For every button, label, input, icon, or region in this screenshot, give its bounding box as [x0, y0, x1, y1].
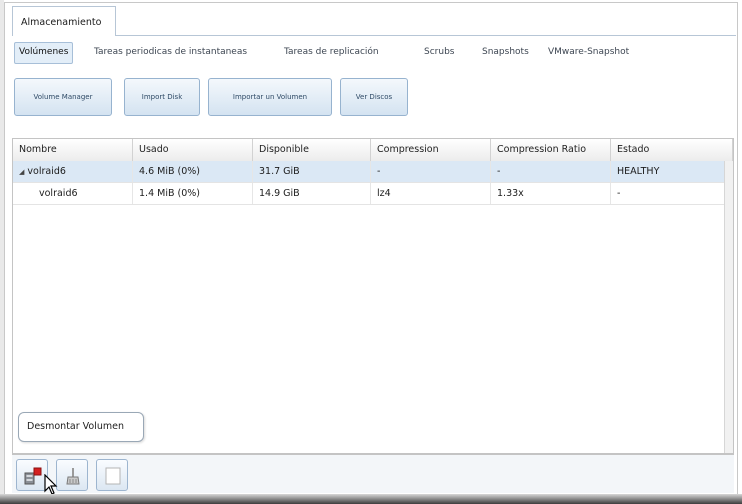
subtab-tareas-instantaneas-label: Tareas periodicas de instantaneas [94, 47, 248, 57]
column-header-estado[interactable]: Estado [611, 139, 733, 161]
blank-icon [105, 467, 121, 485]
expand-triangle-icon[interactable]: ◢ [19, 162, 24, 183]
subtab-tareas-instantaneas[interactable]: Tareas periodicas de instantaneas [94, 42, 247, 62]
subtab-scrubs[interactable]: Scrubs [424, 42, 454, 62]
cell-compression: - [371, 161, 491, 182]
row-name: volraid6 [27, 166, 66, 177]
importar-volumen-label: Importar un Volumen [232, 93, 308, 101]
subtab-snapshots-label: Snapshots [482, 47, 529, 57]
subtab-tareas-replicacion[interactable]: Tareas de replicación [284, 42, 379, 62]
importar-volumen-button[interactable]: Importar un Volumen [208, 78, 332, 116]
scrub-volume-button[interactable] [56, 459, 88, 491]
volume-manager-button[interactable]: Volume Manager [14, 78, 112, 116]
table-scrollbar[interactable] [724, 161, 733, 453]
table-header: Nombre Usado Disponible Compression Comp… [13, 139, 733, 162]
mouse-cursor-icon [44, 474, 58, 495]
table-row[interactable]: ◢ volraid6 4.6 MiB (0%) 31.7 GiB - - HEAL… [13, 161, 733, 183]
subtab-volumenes-label: Volúmenes [19, 47, 69, 57]
screen-bottom-shade [0, 494, 742, 504]
subtab-vmware-snapshot-label: VMware-Snapshot [548, 47, 630, 57]
tab-bar-divider [116, 35, 736, 36]
cell-usado: 1.4 MiB (0%) [133, 183, 253, 204]
volumes-table: Nombre Usado Disponible Compression Comp… [12, 138, 734, 454]
cell-disponible: 14.9 GiB [253, 183, 371, 204]
import-disk-button[interactable]: Import Disk [124, 78, 200, 116]
volume-toolbar [12, 454, 734, 493]
cell-estado: HEALTHY [611, 161, 733, 182]
subtab-scrubs-label: Scrubs [424, 47, 455, 57]
subtab-tareas-replicacion-label: Tareas de replicación [284, 47, 379, 57]
cell-usado: 4.6 MiB (0%) [133, 161, 253, 182]
blank-tool-button[interactable] [96, 459, 128, 491]
subtab-vmware-snapshot[interactable]: VMware-Snapshot [548, 42, 629, 62]
subtab-volumenes[interactable]: Volúmenes [14, 42, 74, 64]
column-header-usado[interactable]: Usado [133, 139, 253, 161]
volume-manager-label: Volume Manager [33, 93, 93, 101]
ver-discos-button[interactable]: Ver Discos [340, 78, 408, 116]
tab-almacenamiento-label: Almacenamiento [21, 17, 102, 28]
ver-discos-label: Ver Discos [355, 93, 393, 101]
scrub-icon [66, 468, 80, 485]
cell-nombre: ◢ volraid6 [13, 161, 133, 182]
subtab-snapshots[interactable]: Snapshots [482, 42, 529, 62]
detach-volume-icon [24, 467, 42, 485]
cell-compression: lz4 [371, 183, 491, 204]
tooltip: Desmontar Volumen [18, 412, 144, 442]
column-header-nombre[interactable]: Nombre [13, 139, 133, 161]
import-disk-label: Import Disk [141, 93, 183, 101]
table-row[interactable]: volraid6 1.4 MiB (0%) 14.9 GiB lz4 1.33x… [13, 183, 733, 205]
cell-nombre: volraid6 [13, 183, 133, 204]
cell-compression-ratio: 1.33x [491, 183, 611, 204]
tooltip-text: Desmontar Volumen [27, 421, 125, 432]
column-header-compression-ratio[interactable]: Compression Ratio [491, 139, 611, 161]
cell-disponible: 31.7 GiB [253, 161, 371, 182]
tab-almacenamiento[interactable]: Almacenamiento [12, 6, 116, 36]
column-header-compression[interactable]: Compression [371, 139, 491, 161]
column-header-disponible[interactable]: Disponible [253, 139, 371, 161]
cell-compression-ratio: - [491, 161, 611, 182]
cell-estado: - [611, 183, 733, 204]
